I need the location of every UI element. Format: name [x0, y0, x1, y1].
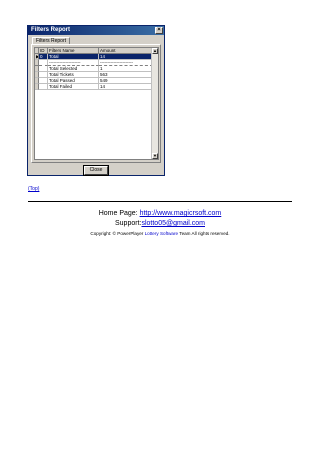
cell-id[interactable]: [39, 84, 48, 90]
support-label: Support:: [115, 220, 142, 227]
support-email-link[interactable]: slotto05@gmail.com: [141, 220, 205, 227]
filters-grid[interactable]: ID Filters Name Amount ▶ 0 Total 14 ----…: [34, 47, 159, 160]
filters-report-window: Filters Report × Filters Report ID Filte…: [27, 25, 165, 176]
copyright-prefix: Copyright: © PowerPlayer: [90, 231, 144, 236]
copyright-suffix: Team All rights reserved.: [179, 231, 230, 236]
window-close-icon[interactable]: ×: [155, 27, 163, 34]
window-titlebar[interactable]: Filters Report ×: [28, 26, 164, 35]
cell-amount[interactable]: 14: [99, 84, 153, 90]
lottery-software-link[interactable]: Lottery Software: [145, 231, 178, 236]
window-title: Filters Report: [31, 27, 71, 33]
support-line: Support:slotto05@gmail.com: [0, 220, 320, 227]
divider: [28, 201, 292, 202]
scroll-down-icon[interactable]: ▼: [152, 153, 158, 159]
table-row[interactable]: Total Failed 14: [35, 84, 153, 90]
scroll-up-icon[interactable]: ▲: [152, 48, 158, 54]
cell-filters-name[interactable]: Total Failed: [48, 84, 99, 90]
homepage-line: Home Page: http://www.magicrsoft.com: [0, 210, 320, 217]
copyright-line: Copyright: © PowerPlayer Lottery Softwar…: [0, 231, 320, 236]
top-link[interactable]: (Top): [28, 186, 39, 192]
tab-panel: ID Filters Name Amount ▶ 0 Total 14 ----…: [31, 44, 161, 163]
homepage-link[interactable]: http://www.magicrsoft.com: [140, 210, 222, 217]
homepage-label: Home Page:: [98, 210, 138, 217]
grid-vertical-scrollbar[interactable]: ▲ ▼: [151, 48, 158, 159]
close-button[interactable]: Close: [83, 165, 109, 176]
